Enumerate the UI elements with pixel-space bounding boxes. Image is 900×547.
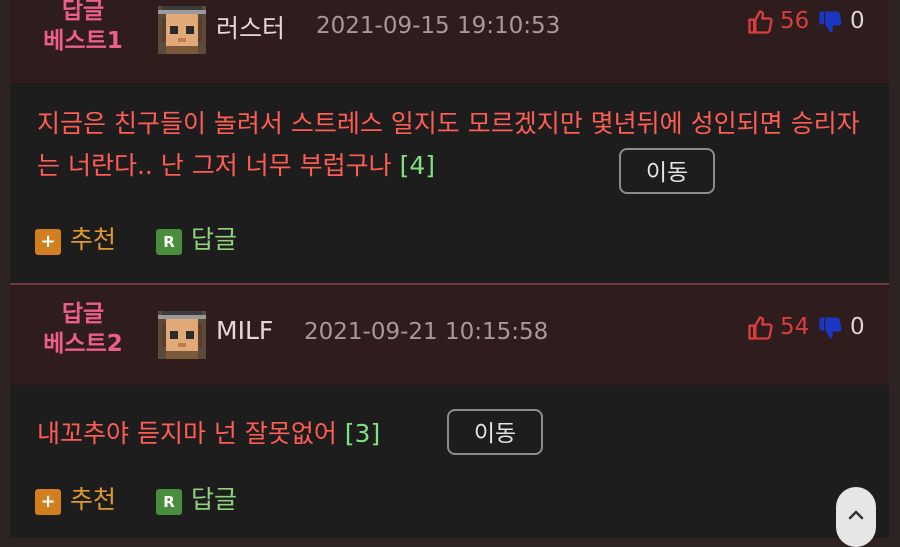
comment-header: 답글 베스트1 러스터 2021-09-15 19:10:53 56 0: [10, 0, 889, 83]
comment-body: 지금은 친구들이 놀려서 스트레스 일지도 모르겠지만 몇년뒤에 성인되면 승리…: [37, 103, 877, 187]
reply-label: 답글: [191, 225, 238, 254]
best-label-line1: 답글: [61, 301, 105, 327]
comment-card: 답글 베스트1 러스터 2021-09-15 19:10:53 56 0 지금은…: [10, 0, 889, 283]
chevron-up-icon: [848, 510, 864, 520]
reply-button[interactable]: R 답글: [156, 225, 256, 255]
comment-datetime: 2021-09-21 10:15:58: [304, 319, 549, 345]
upvote-count: 54: [780, 314, 810, 340]
plus-icon: +: [35, 229, 61, 255]
comment-header: 답글 베스트2 MILF 2021-09-21 10:15:58 54 0: [10, 285, 889, 385]
thumbs-up-icon[interactable]: [746, 8, 774, 36]
recommend-label: 추천: [70, 485, 117, 514]
vote-counter: 54 0: [746, 314, 886, 344]
comment-card: 답글 베스트2 MILF 2021-09-21 10:15:58 54 0 내꼬…: [10, 285, 889, 538]
comment-text: 지금은 친구들이 놀려서 스트레스 일지도 모르겠지만 몇년뒤에 성인되면 승리…: [37, 109, 860, 180]
reply-button[interactable]: R 답글: [156, 485, 256, 515]
reply-icon: R: [156, 229, 182, 255]
recommend-button[interactable]: + 추천: [35, 225, 135, 255]
move-button[interactable]: 이동: [619, 148, 715, 194]
thumbs-down-icon[interactable]: [816, 314, 844, 342]
recommend-label: 추천: [70, 225, 117, 254]
downvote-count: 0: [850, 314, 865, 340]
reply-count[interactable]: [3]: [345, 419, 380, 448]
recommend-button[interactable]: + 추천: [35, 485, 135, 515]
reply-icon: R: [156, 489, 182, 515]
reply-label: 답글: [191, 485, 238, 514]
scroll-top-button[interactable]: [836, 487, 876, 547]
pixel-avatar-icon[interactable]: [158, 6, 206, 54]
author-nickname[interactable]: 러스터: [216, 9, 285, 45]
best-label-line2: 베스트1: [43, 28, 123, 54]
reply-count[interactable]: [4]: [400, 151, 435, 180]
best-label-line2: 베스트2: [43, 331, 123, 357]
pixel-avatar-icon[interactable]: [158, 311, 206, 359]
thumbs-up-icon[interactable]: [746, 314, 774, 342]
best-label-line1: 답글: [61, 0, 105, 24]
best-reply-badge: 답글 베스트2: [28, 299, 138, 359]
plus-icon: +: [35, 489, 61, 515]
thumbs-down-icon[interactable]: [816, 8, 844, 36]
comment-text: 내꼬추야 듣지마 넌 잘못없어: [37, 419, 337, 448]
best-reply-badge: 답글 베스트1: [28, 0, 138, 56]
author-nickname[interactable]: MILF: [216, 316, 273, 345]
move-button[interactable]: 이동: [447, 409, 543, 455]
downvote-count: 0: [850, 8, 865, 34]
vote-counter: 56 0: [746, 8, 886, 38]
comment-datetime: 2021-09-15 19:10:53: [316, 13, 561, 39]
upvote-count: 56: [780, 8, 810, 34]
